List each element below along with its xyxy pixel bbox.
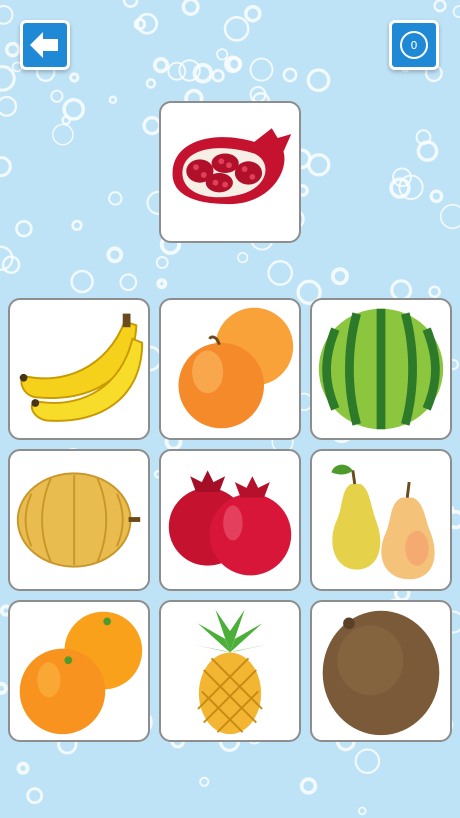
score-badge[interactable]: 0: [389, 20, 439, 70]
target-card: [159, 101, 301, 243]
bubble: [330, 267, 349, 286]
bubble: [119, 273, 138, 292]
bubble: [392, 167, 412, 188]
bubble: [155, 256, 169, 269]
bubble: [211, 69, 225, 83]
bubble: [306, 68, 331, 93]
bubble: [307, 153, 331, 177]
bubble: [152, 56, 170, 74]
bubble: [106, 246, 124, 264]
bubble: [26, 787, 44, 805]
bubble: [15, 219, 33, 238]
back-button[interactable]: [20, 20, 70, 70]
bubble: [62, 97, 86, 121]
bubble: [216, 48, 229, 61]
bubble: [416, 140, 439, 162]
bubble: [267, 260, 294, 286]
fruit-card-pineapple[interactable]: [159, 600, 301, 742]
pomegranate-icon: [168, 470, 292, 576]
bubble: [136, 12, 159, 35]
fruit-card-peach[interactable]: [159, 298, 301, 440]
bubble: [192, 62, 214, 84]
bubble: [142, 115, 162, 136]
bubble: [439, 203, 460, 230]
pomegranate-half-icon: [172, 128, 292, 205]
bubble: [0, 95, 18, 117]
bubble: [0, 5, 14, 25]
orange-icon: [19, 611, 143, 735]
bubble: [223, 15, 250, 42]
bubble: [71, 219, 83, 232]
melon-icon: [16, 472, 141, 568]
bubble: [244, 4, 262, 23]
bubble: [156, 278, 168, 290]
bubble: [452, 5, 460, 19]
fruit-card-pear[interactable]: [310, 449, 452, 591]
fruit-card-banana[interactable]: [8, 298, 150, 440]
banana-icon: [19, 313, 144, 422]
bubble: [433, 0, 447, 13]
bubble: [0, 156, 12, 178]
arrow-left-icon: [30, 32, 58, 58]
fruit-card-kiwi[interactable]: [310, 600, 452, 742]
bubble: [108, 95, 118, 105]
bubble: [4, 41, 21, 58]
fruit-card-pomegranate[interactable]: [159, 449, 301, 591]
peach-icon: [178, 307, 294, 429]
bubble: [167, 61, 187, 81]
bubble: [0, 681, 8, 695]
bubble: [390, 279, 413, 302]
score-value: 0: [400, 31, 428, 59]
fruit-card-orange[interactable]: [8, 600, 150, 742]
bubble: [181, 0, 200, 16]
bubble: [52, 123, 74, 146]
bubble: [108, 191, 123, 206]
fruit-card-watermelon[interactable]: [310, 298, 452, 440]
fruit-card-melon[interactable]: [8, 449, 150, 591]
bubble: [249, 57, 274, 82]
game-screen: 0: [0, 0, 460, 818]
bubble: [145, 78, 157, 89]
bubble: [70, 269, 94, 294]
bubble: [354, 748, 381, 774]
bubble: [282, 67, 298, 83]
bubble: [237, 252, 249, 264]
bubble: [299, 777, 318, 795]
pineapple-icon: [194, 609, 266, 735]
bubble: [16, 761, 30, 775]
bubble: [199, 776, 210, 787]
bubble: [0, 65, 16, 92]
bubble: [428, 285, 441, 298]
pear-icon: [331, 464, 435, 580]
bubble: [429, 189, 444, 204]
bubble: [122, 0, 139, 8]
watermelon-icon: [318, 308, 444, 430]
bubble: [357, 806, 367, 816]
bubble: [69, 72, 80, 83]
bubble: [50, 89, 64, 103]
kiwi-icon: [322, 610, 440, 736]
